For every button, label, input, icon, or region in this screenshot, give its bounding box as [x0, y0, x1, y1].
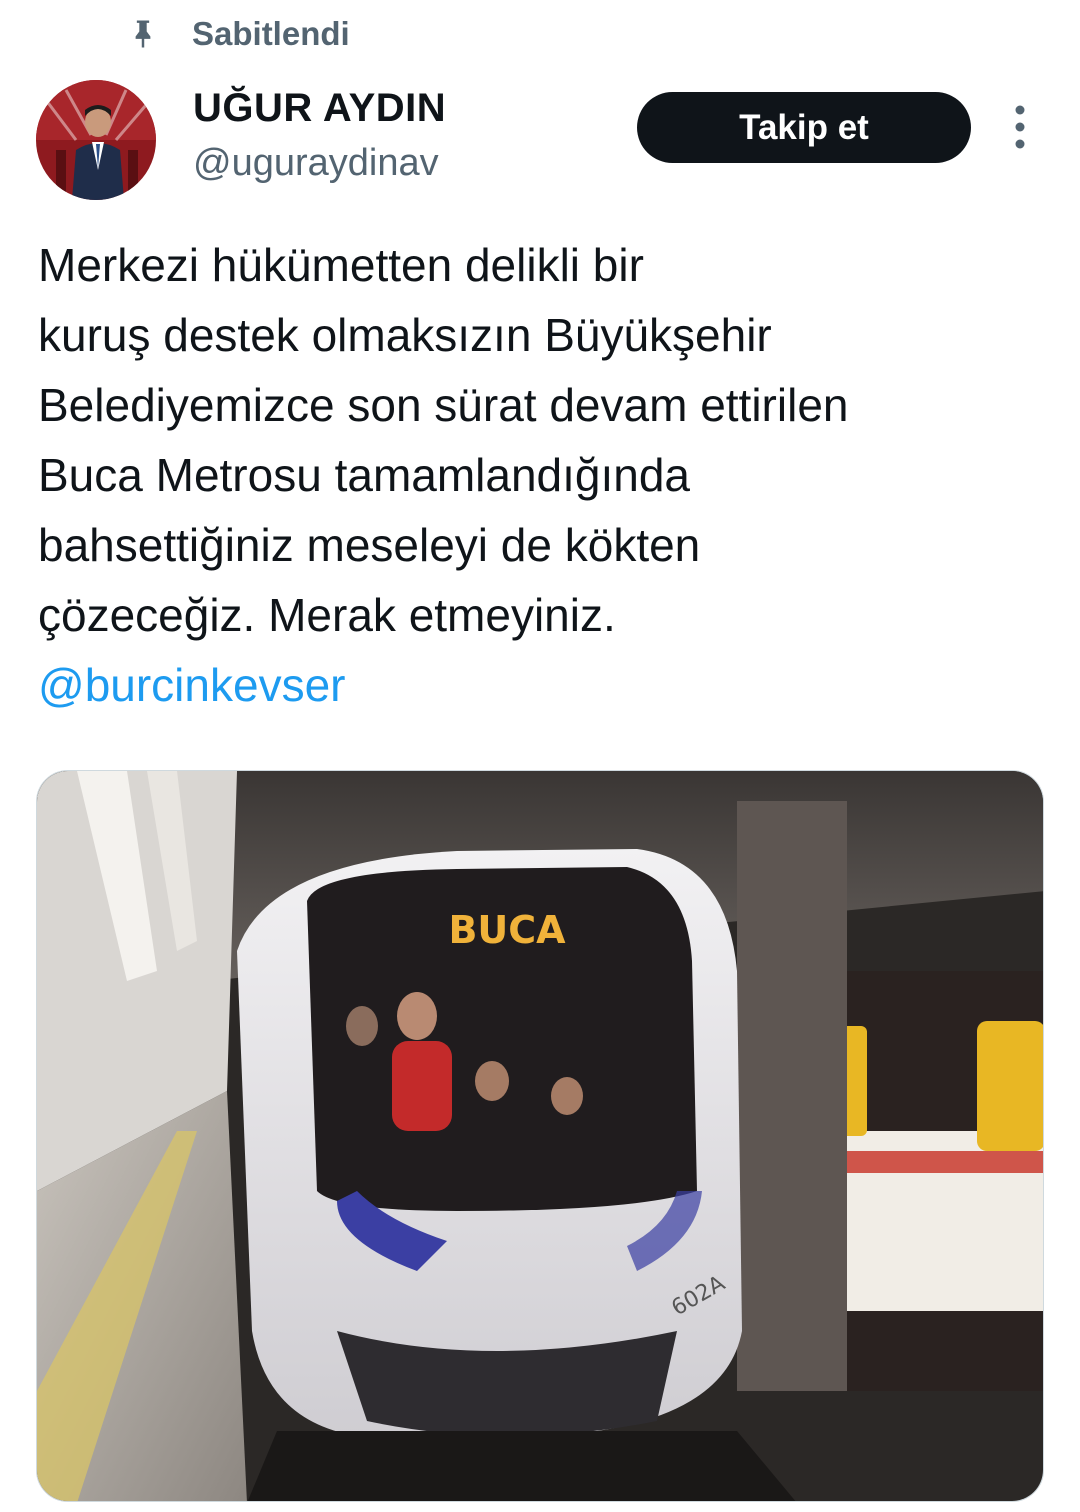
tweet-line: bahsettiğiniz meseleyi de kökten — [38, 519, 701, 571]
pinned-indicator: Sabitlendi — [128, 12, 350, 56]
avatar[interactable] — [36, 80, 156, 200]
pin-icon — [135, 20, 151, 48]
tweet-line: kuruş destek olmaksızın Büyükşehir — [38, 309, 772, 361]
mention-link[interactable]: @burcinkevser — [38, 650, 1048, 720]
author-handle[interactable]: @uguraydinav — [193, 142, 439, 185]
follow-button[interactable]: Takip et — [637, 92, 971, 163]
tweet-line: çözeceğiz. Merak etmeyiniz. — [38, 589, 616, 641]
pinned-label: Sabitlendi — [192, 15, 350, 52]
tweet-line: Buca Metrosu tamamlandığında — [38, 449, 691, 501]
svg-text:BUCA: BUCA — [448, 908, 566, 952]
author-name[interactable]: UĞUR AYDIN — [193, 86, 446, 131]
tweet-line: Belediyemizce son sürat devam ettirilen — [38, 379, 849, 431]
more-vertical-icon[interactable] — [1004, 100, 1036, 156]
tweet-text: Merkezi hükümetten delikli bir kuruş des… — [38, 230, 1048, 720]
tweet-line: Merkezi hükümetten delikli bir — [38, 239, 644, 291]
tweet-media-image[interactable]: BUCA 602A — [36, 770, 1044, 1502]
